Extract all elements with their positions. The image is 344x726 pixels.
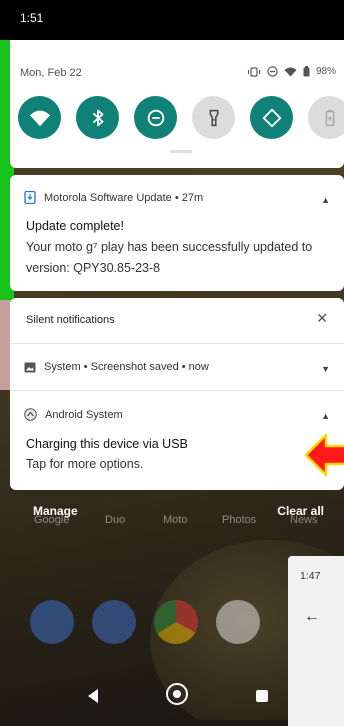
usb-icon xyxy=(24,408,37,421)
nav-home-icon[interactable] xyxy=(166,683,188,705)
dnd-icon xyxy=(267,66,278,77)
screenshot-notification-label: System • Screenshot saved • now xyxy=(44,361,209,373)
notification-body: Your moto g⁷ play has been successfully … xyxy=(26,240,313,275)
auto-rotate-icon xyxy=(262,108,281,127)
close-icon[interactable]: ✕ xyxy=(316,310,328,327)
image-icon xyxy=(24,362,36,372)
bluetooth-tile[interactable] xyxy=(76,96,119,139)
notification-header: Motorola Software Update • 27m xyxy=(24,191,203,204)
collapse-chevron-icon[interactable]: ▲ xyxy=(321,195,330,205)
google-app-icon[interactable] xyxy=(216,600,260,644)
navigation-bar xyxy=(0,672,344,720)
notification-app-label: Motorola Software Update • 27m xyxy=(44,191,204,204)
wifi-tile[interactable] xyxy=(18,96,61,139)
recent-preview-time: 1:47 xyxy=(300,570,321,582)
divider xyxy=(10,343,344,344)
app-label: News xyxy=(290,514,318,526)
nav-back-icon[interactable] xyxy=(88,689,98,703)
battery-saver-tile[interactable] xyxy=(308,96,344,139)
annotation-arrow-icon xyxy=(304,433,344,477)
dnd-icon xyxy=(147,109,164,126)
app-label: Google xyxy=(34,514,70,526)
phone-app-icon[interactable] xyxy=(30,600,74,644)
battery-percent: 98% xyxy=(315,66,336,77)
chrome-app-icon[interactable] xyxy=(154,600,198,644)
divider xyxy=(10,390,344,391)
status-bar: 1:51 xyxy=(0,0,344,40)
messages-app-icon[interactable] xyxy=(92,600,136,644)
flashlight-tile[interactable] xyxy=(192,96,235,139)
qs-system-icons: 98% xyxy=(247,66,336,77)
back-arrow-icon: ← xyxy=(304,608,320,625)
quick-settings-panel: Mon, Feb 22 98% xyxy=(10,40,344,168)
battery-saver-icon xyxy=(325,109,334,126)
screenshot-notification[interactable]: System • Screenshot saved • now xyxy=(24,361,209,373)
home-dock xyxy=(30,600,260,644)
dnd-tile[interactable] xyxy=(134,96,177,139)
silent-notifications-card: Silent notifications ✕ System • Screensh… xyxy=(10,298,344,490)
wifi-icon xyxy=(284,67,297,76)
wifi-icon xyxy=(29,110,50,126)
qs-tiles xyxy=(18,96,344,139)
notification-title: Update complete! xyxy=(26,219,124,233)
software-update-notification[interactable]: Motorola Software Update • 27m ▲ Update … xyxy=(10,175,344,291)
android-system-header: Android System xyxy=(24,408,123,421)
expand-chevron-icon[interactable]: ▼ xyxy=(321,364,330,374)
flashlight-icon xyxy=(209,109,218,126)
status-time: 1:51 xyxy=(20,11,44,25)
collapse-chevron-icon[interactable]: ▲ xyxy=(321,411,330,421)
app-label: Moto xyxy=(163,514,188,526)
system-update-icon xyxy=(24,191,36,204)
app-label: Duo xyxy=(105,514,126,526)
bluetooth-icon xyxy=(92,109,103,126)
vibrate-icon xyxy=(247,66,261,77)
android-system-label: Android System xyxy=(45,408,123,421)
battery-icon xyxy=(303,66,310,77)
auto-rotate-tile[interactable] xyxy=(250,96,293,139)
usb-charging-body[interactable]: Tap for more options. xyxy=(26,457,143,471)
app-label: Photos xyxy=(222,514,257,526)
usb-charging-title[interactable]: Charging this device via USB xyxy=(26,437,188,451)
qs-date[interactable]: Mon, Feb 22 xyxy=(20,67,82,79)
silent-section-title: Silent notifications xyxy=(26,314,115,326)
qs-drag-handle[interactable] xyxy=(170,150,192,153)
nav-recents-icon[interactable] xyxy=(256,690,268,702)
